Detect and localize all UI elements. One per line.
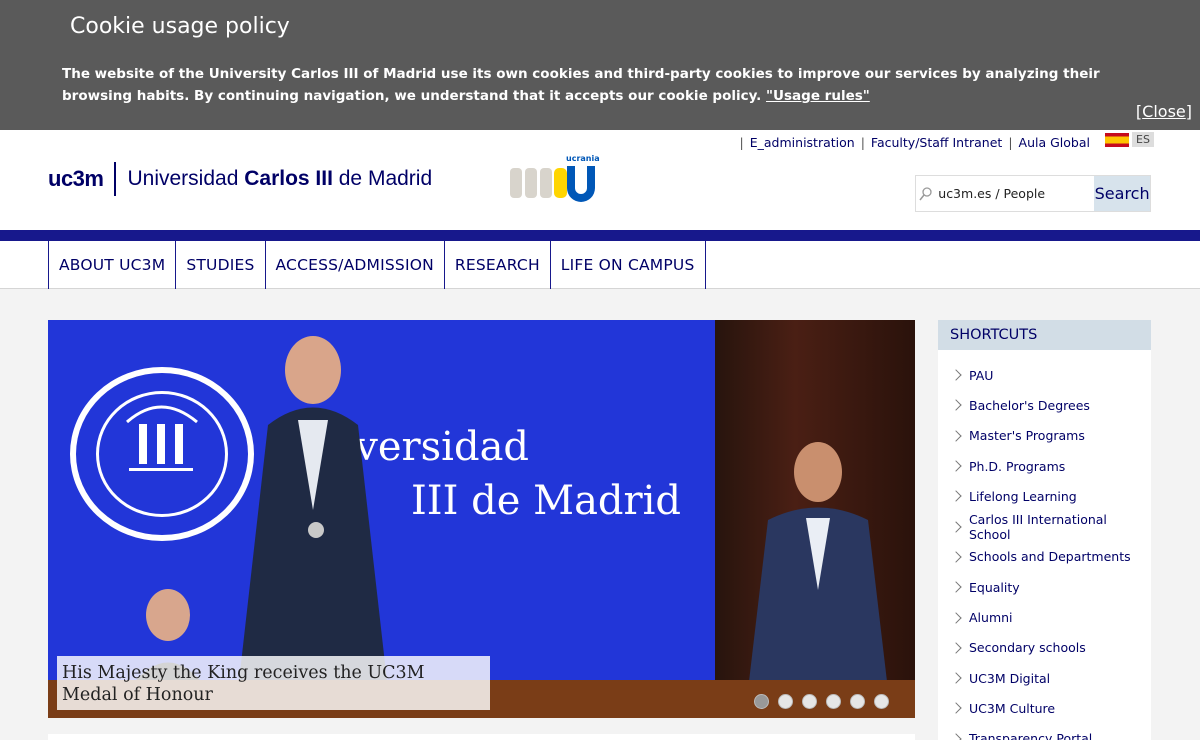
- shortcuts-list: PAU Bachelor's Degrees Master's Programs…: [938, 350, 1151, 740]
- shortcuts-panel: SHORTCUTS PAU Bachelor's Degrees Master'…: [938, 320, 1151, 740]
- aula-global-link[interactable]: Aula Global: [1019, 135, 1090, 150]
- uc3m-logo[interactable]: uc3m Universidad Carlos III de Madrid: [48, 162, 432, 196]
- nav-access-admission[interactable]: ACCESS/ADMISSION: [266, 241, 445, 289]
- nav-studies[interactable]: STUDIES: [176, 241, 266, 289]
- chevron-right-icon: [950, 460, 962, 472]
- slider-dot-2[interactable]: [778, 694, 793, 709]
- shortcut-uc3m-digital[interactable]: UC3M Digital: [938, 663, 1151, 693]
- slider-dot-5[interactable]: [850, 694, 865, 709]
- shortcut-bachelors[interactable]: Bachelor's Degrees: [938, 390, 1151, 420]
- chevron-right-icon: [950, 672, 962, 684]
- cookie-message: The website of the University Carlos III…: [62, 66, 1100, 104]
- slider-dot-3[interactable]: [802, 694, 817, 709]
- nav-life-on-campus[interactable]: LIFE ON CAMPUS: [551, 241, 706, 289]
- cookie-close-button[interactable]: [Close]: [1136, 102, 1192, 121]
- shortcut-alumni[interactable]: Alumni: [938, 602, 1151, 632]
- hero-caption[interactable]: His Majesty the King receives the UC3M M…: [57, 656, 490, 710]
- nav-about[interactable]: ABOUT UC3M: [49, 241, 177, 289]
- usage-rules-link[interactable]: "Usage rules": [766, 88, 870, 104]
- site-header: | E_administration | Faculty/Staff Intra…: [0, 130, 1200, 230]
- search-button[interactable]: Search: [1094, 176, 1150, 211]
- search-input[interactable]: [936, 176, 1095, 211]
- staff-intranet-link[interactable]: Faculty/Staff Intranet: [871, 135, 1002, 150]
- chevron-right-icon: [950, 642, 962, 654]
- logo-mark: uc3m: [48, 166, 104, 191]
- chevron-right-icon: [950, 702, 962, 715]
- main-nav: ABOUT UC3M STUDIES ACCESS/ADMISSION RESE…: [0, 241, 1200, 289]
- cookie-close-label[interactable]: Close: [1142, 102, 1186, 121]
- top-links: | E_administration | Faculty/Staff Intra…: [739, 135, 1090, 150]
- e-administration-link[interactable]: E_administration: [750, 135, 855, 150]
- shortcut-international-school[interactable]: Carlos III International School: [938, 511, 1151, 542]
- cookie-text: The website of the University Carlos III…: [62, 63, 1122, 107]
- spain-flag-icon[interactable]: [1105, 132, 1129, 147]
- search-icon: [916, 176, 936, 211]
- shortcut-schools-departments[interactable]: Schools and Departments: [938, 542, 1151, 572]
- slider-dot-1[interactable]: [754, 694, 769, 709]
- nav-research[interactable]: RESEARCH: [445, 241, 551, 289]
- king-figure: [238, 336, 388, 690]
- slider-dot-6[interactable]: [874, 694, 889, 709]
- slider-dot-4[interactable]: [826, 694, 841, 709]
- chevron-right-icon: [950, 581, 962, 593]
- language-switch[interactable]: ES: [1105, 132, 1154, 147]
- chevron-right-icon: [950, 733, 962, 740]
- shortcut-equality[interactable]: Equality: [938, 572, 1151, 602]
- shortcut-masters[interactable]: Master's Programs: [938, 421, 1151, 451]
- rector-figure: [748, 442, 888, 690]
- slider-dots: [754, 694, 889, 709]
- chevron-right-icon: [950, 611, 962, 624]
- shortcut-pau[interactable]: PAU: [938, 360, 1151, 390]
- news-section-top: [48, 734, 915, 740]
- lang-es-label[interactable]: ES: [1132, 132, 1154, 147]
- shortcut-transparency-portal[interactable]: Transparency Portal: [938, 724, 1151, 740]
- ukraine-label: ucrania: [566, 154, 600, 163]
- chevron-right-icon: [950, 520, 962, 533]
- chevron-right-icon: [950, 369, 962, 381]
- shortcuts-title: SHORTCUTS: [938, 320, 1151, 350]
- cookie-title: Cookie usage policy: [70, 14, 290, 39]
- chevron-right-icon: [950, 430, 962, 442]
- chevron-right-icon: [950, 399, 962, 412]
- ukraine-logo[interactable]: ucrania: [510, 154, 600, 204]
- cookie-banner: Cookie usage policy The website of the U…: [0, 0, 1200, 130]
- seal-columns-icon: [126, 405, 198, 471]
- hero-slider[interactable]: Universidad III de Madrid His Majesty th…: [48, 320, 915, 718]
- shortcut-lifelong[interactable]: Lifelong Learning: [938, 481, 1151, 511]
- chevron-right-icon: [950, 490, 962, 502]
- logo-divider: [114, 162, 117, 196]
- shortcut-phd[interactable]: Ph.D. Programs: [938, 451, 1151, 481]
- chevron-right-icon: [950, 551, 962, 563]
- shortcut-uc3m-culture[interactable]: UC3M Culture: [938, 693, 1151, 723]
- logo-name: Universidad Carlos III de Madrid: [127, 167, 433, 190]
- shortcut-secondary-schools[interactable]: Secondary schools: [938, 633, 1151, 663]
- search-box: Search: [915, 175, 1151, 212]
- brand-bar: [0, 230, 1200, 241]
